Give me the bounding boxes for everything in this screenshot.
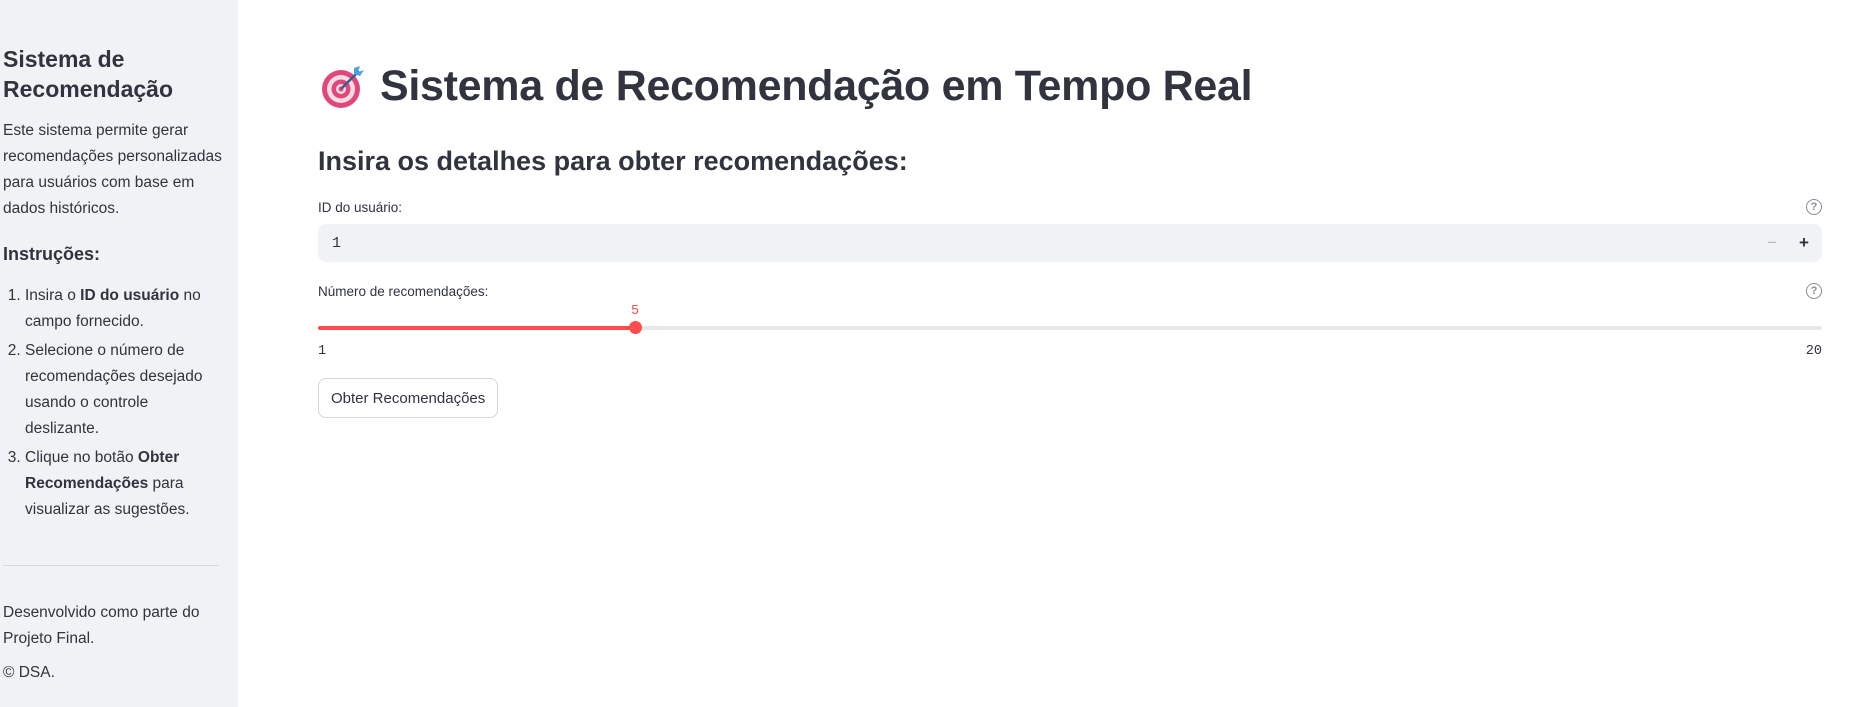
list-item: Insira o ID do usuário no campo fornecid…	[25, 283, 222, 335]
slider-max-label: 20	[1805, 344, 1822, 359]
copyright: © DSA.	[3, 664, 55, 681]
sidebar-description: Este sistema permite gerar recomendações…	[3, 122, 222, 217]
sidebar-footer: Desenvolvido como parte do Projeto Final…	[3, 604, 200, 647]
get-recommendations-button[interactable]: Obter Recomendações	[318, 378, 499, 418]
target-dart-icon	[322, 65, 364, 108]
user-id-field[interactable]	[332, 224, 1712, 262]
section-subheader: Insira os detalhes para obter recomendaç…	[318, 146, 908, 176]
instructions-heading: Instruções:	[3, 244, 101, 264]
help-icon[interactable]: ?	[1806, 283, 1822, 299]
num-recommendations-slider[interactable]	[318, 321, 1822, 334]
page-header: Sistema de Recomendação em Tempo Real	[320, 62, 1253, 111]
slider-current-value: 5	[631, 304, 640, 319]
sidebar-divider	[3, 565, 219, 566]
instructions-list: Insira o ID do usuário no campo fornecid…	[3, 283, 222, 523]
sidebar-title: Sistema de Recomendação	[3, 46, 174, 102]
decrement-button[interactable]: −	[1756, 224, 1788, 262]
list-item: Clique no botão Obter Recomendações para…	[25, 445, 222, 523]
user-id-number-input: − +	[318, 224, 1822, 262]
increment-button[interactable]: +	[1788, 224, 1820, 262]
slider-thumb[interactable]	[629, 321, 642, 334]
slider-fill	[318, 326, 635, 330]
sidebar: Sistema de Recomendação Este sistema per…	[0, 0, 238, 707]
page-title: Sistema de Recomendação em Tempo Real	[380, 62, 1253, 110]
list-item: Selecione o número de recomendações dese…	[25, 338, 222, 442]
num-recommendations-label: Número de recomendações:	[318, 284, 489, 299]
help-icon[interactable]: ?	[1806, 199, 1822, 215]
user-id-label: ID do usuário:	[318, 200, 403, 215]
slider-min-label: 1	[318, 344, 327, 359]
